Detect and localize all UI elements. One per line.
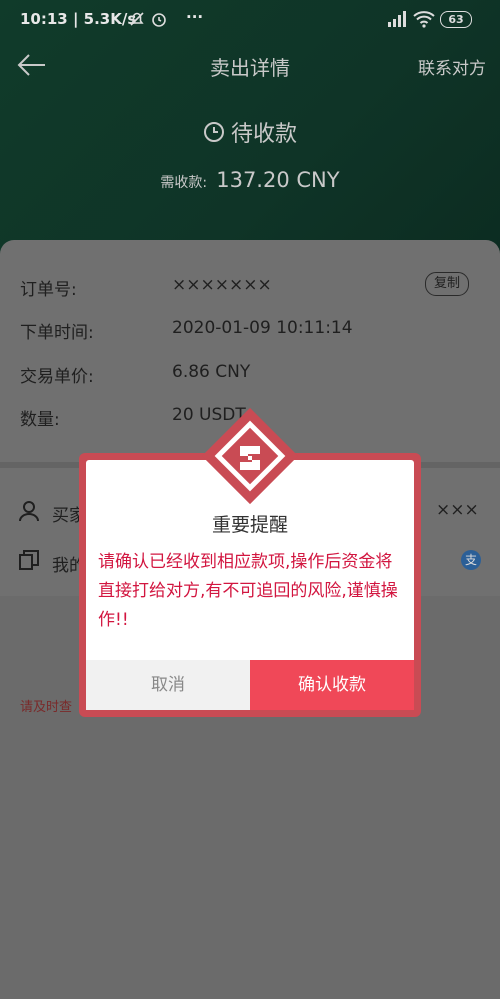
contact-button[interactable]: 联系对方 — [418, 54, 486, 79]
status-time-speed: 10:13 | 5.3K/s — [20, 10, 137, 28]
dialog-message: 请确认已经收到相应款项,操作后资金将直接打给对方,有不可追回的风险,谨慎操作!! — [98, 552, 398, 630]
amount-row: 需收款: 137.20 CNY — [0, 168, 500, 192]
amount-value: 137.20 CNY — [216, 168, 340, 192]
mute-bell-icon — [128, 10, 146, 32]
order-time-label: 下单时间: — [20, 323, 94, 343]
alipay-icon: 支 — [461, 550, 481, 570]
order-no-label: 订单号: — [20, 280, 77, 300]
order-no-value: ××××××× — [172, 275, 272, 295]
status-more: ··· — [186, 8, 204, 26]
alarm-icon — [150, 10, 168, 32]
copy-button[interactable]: 复制 — [425, 272, 469, 296]
order-status-text: 待收款 — [230, 122, 297, 147]
unit-price-label: 交易单价: — [20, 367, 94, 387]
brand-logo-icon — [196, 402, 304, 514]
order-status: 待收款 — [0, 116, 500, 149]
clock-icon — [203, 121, 225, 149]
wifi-icon — [413, 10, 435, 32]
card-icon — [18, 549, 40, 575]
unit-price-value: 6.86 CNY — [172, 362, 251, 382]
confirm-receipt-button[interactable]: 确认收款 — [250, 660, 414, 710]
signal-icon — [387, 10, 407, 32]
amount-label: 需收款: — [160, 175, 208, 191]
user-icon — [18, 500, 40, 526]
quantity-label: 数量: — [20, 410, 60, 430]
order-time-value: 2020-01-09 10:11:14 — [172, 318, 353, 338]
buyer-name: ××× — [436, 500, 479, 520]
cancel-button[interactable]: 取消 — [86, 660, 250, 710]
battery-indicator: 63 — [440, 11, 472, 28]
notice-text: 请及时查 — [20, 700, 73, 715]
dialog-title: 重要提醒 — [211, 514, 288, 536]
